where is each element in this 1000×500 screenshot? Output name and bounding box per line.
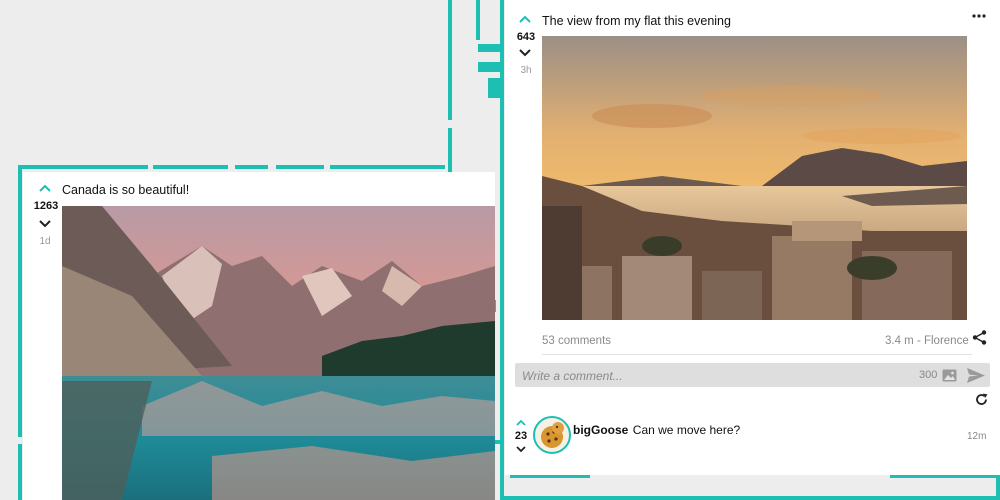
post-title[interactable]: The view from my flat this evening xyxy=(542,14,731,28)
image-icon[interactable] xyxy=(941,368,957,382)
avatar[interactable] xyxy=(533,416,571,454)
frame-segment xyxy=(448,0,452,120)
comment: bigGoose Can we move here? xyxy=(573,421,740,439)
comment-upvote-icon[interactable] xyxy=(513,416,529,428)
divider xyxy=(542,354,972,355)
more-options-icon[interactable] xyxy=(971,10,987,22)
frame-segment xyxy=(478,62,500,72)
comment-time: 12m xyxy=(967,431,987,442)
post-title[interactable]: Canada is so beautiful! xyxy=(62,183,189,197)
comments-count[interactable]: 53 comments xyxy=(542,335,611,347)
post-age: 1d xyxy=(39,236,51,247)
comment-username[interactable]: bigGoose xyxy=(573,423,628,437)
post-image[interactable] xyxy=(62,206,495,500)
frame-segment xyxy=(20,165,148,169)
distance-location: 3.4 m - Florence xyxy=(885,335,969,347)
vote-score: 1263 xyxy=(33,200,59,212)
frame-segment xyxy=(500,0,504,500)
frame-segment xyxy=(476,0,480,40)
comment-input[interactable] xyxy=(520,365,904,387)
frame-segment xyxy=(153,165,228,169)
post-card-view: The view from my flat this evening 643 3… xyxy=(505,0,1000,475)
frame-segment xyxy=(235,165,268,169)
post-age: 3h xyxy=(520,65,532,76)
comment-downvote-icon[interactable] xyxy=(513,443,529,455)
vote-score: 643 xyxy=(516,31,536,43)
frame-segment xyxy=(276,165,324,169)
frame-segment xyxy=(488,78,500,98)
frame-segment xyxy=(478,44,500,52)
frame-segment xyxy=(500,496,1000,500)
frame-segment xyxy=(18,165,22,437)
downvote-icon[interactable] xyxy=(517,47,533,59)
send-icon[interactable] xyxy=(966,367,986,383)
comment-input-box: 300 xyxy=(515,363,990,387)
post-card-canada: Canada is so beautiful! 1263 1d xyxy=(23,172,495,500)
refresh-icon[interactable] xyxy=(974,392,988,406)
comment-text: Can we move here? xyxy=(632,423,741,437)
share-icon[interactable] xyxy=(971,329,987,345)
frame-segment xyxy=(18,444,22,500)
downvote-icon[interactable] xyxy=(37,218,53,230)
frame-segment xyxy=(330,165,445,169)
upvote-icon[interactable] xyxy=(517,13,533,25)
comment-score: 23 xyxy=(514,430,528,442)
char-count: 300 xyxy=(919,369,938,381)
post-image[interactable] xyxy=(542,36,967,320)
upvote-icon[interactable] xyxy=(37,182,53,194)
